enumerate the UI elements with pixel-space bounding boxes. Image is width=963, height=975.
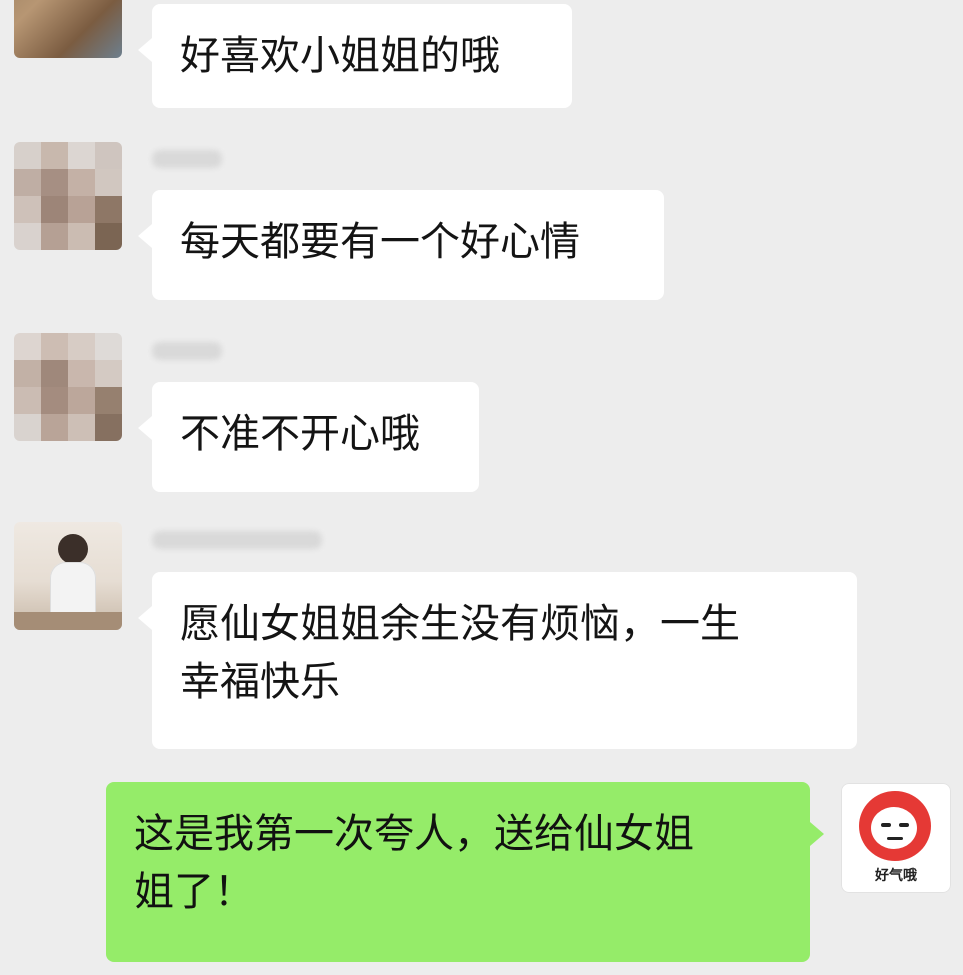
sender-avatar[interactable] — [14, 0, 122, 58]
blurred-sender-name — [152, 150, 222, 168]
self-avatar[interactable]: 好气哦 — [841, 783, 951, 893]
blurred-sender-name — [152, 531, 322, 549]
sender-avatar-blurred[interactable] — [14, 333, 122, 441]
sender-avatar[interactable] — [14, 522, 122, 630]
sticker-label: 好气哦 — [875, 868, 917, 884]
message-bubble-2[interactable]: 每天都要有一个好心情 — [138, 190, 664, 300]
message-bubble-1[interactable]: 好喜欢小姐姐的哦 — [138, 4, 572, 108]
profile-photo — [14, 522, 122, 630]
message-bubble-4[interactable]: 愿仙女姐姐余生没有烦恼，一生 幸福快乐 — [138, 572, 857, 749]
profile-photo — [14, 0, 122, 58]
blurred-sender-name — [152, 342, 222, 360]
mosaic-blur — [14, 142, 122, 250]
message-bubble-3[interactable]: 不准不开心哦 — [138, 382, 479, 492]
sender-avatar-blurred[interactable] — [14, 142, 122, 250]
chat-window: 好喜欢小姐姐的哦 每天都要有一个好心情 不准不开心哦 愿仙女姐姐余生没有烦恼，一… — [0, 0, 963, 975]
mosaic-blur — [14, 333, 122, 441]
message-bubble-self[interactable]: 这是我第一次夸人，送给仙女姐 姐了！ — [106, 782, 824, 962]
